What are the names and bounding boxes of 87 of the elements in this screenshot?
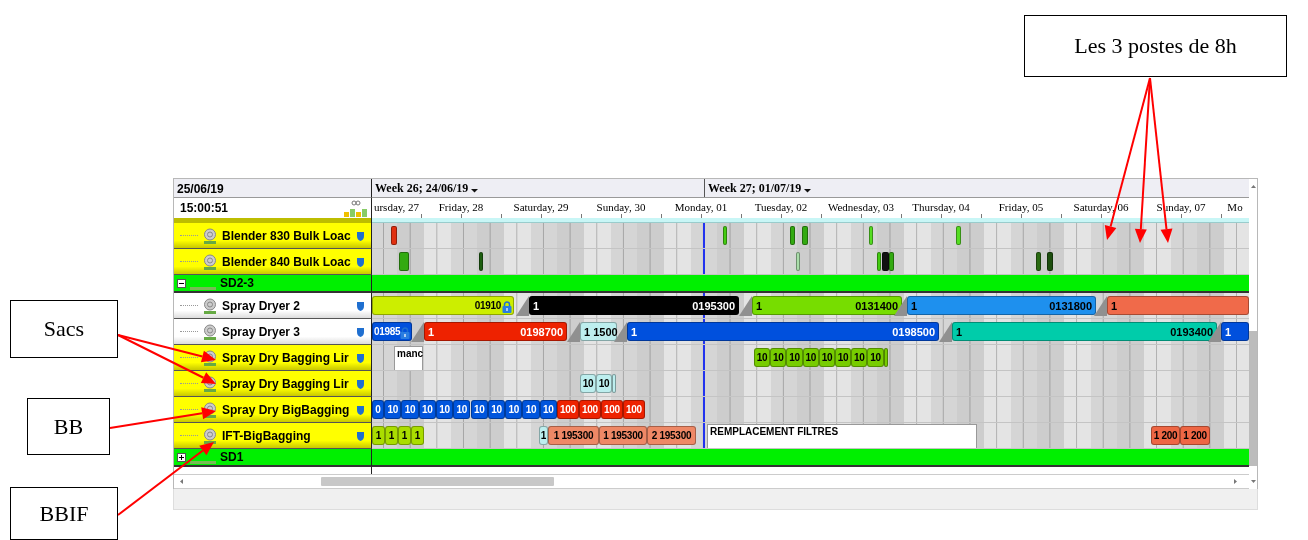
resource-name: Spray Dry BigBagging [222, 402, 351, 417]
day-label: Mo [1226, 200, 1244, 215]
task-chip[interactable]: 10 [580, 374, 596, 393]
task-chip[interactable]: 10 [539, 400, 557, 419]
task-chip[interactable]: 10 [384, 400, 402, 419]
task-chip[interactable]: 10 [835, 348, 852, 367]
task-chip[interactable]: 10 [596, 374, 612, 393]
task-chip[interactable]: 1 [398, 426, 411, 445]
group-name: SD2-3 [220, 276, 254, 290]
task-bar[interactable]: 1 1500 [580, 322, 617, 341]
task-chip[interactable]: 10 [487, 400, 506, 419]
task-chip[interactable]: 1 200 [1151, 426, 1180, 445]
task-note[interactable]: manc [394, 346, 423, 370]
task-bar[interactable]: 1 0131800 [907, 296, 1096, 315]
day-label: Saturday, 06 [1072, 200, 1130, 215]
resource-row[interactable]: IFT-BigBagging [174, 423, 372, 449]
resource-name: Spray Dry Bagging Lir [222, 350, 350, 365]
task-chip[interactable]: 1 [372, 426, 385, 445]
task-chip[interactable]: 10 [505, 400, 523, 419]
day-label: Monday, 01 [673, 200, 729, 215]
task-chip[interactable]: 100 [557, 400, 579, 419]
task-chip[interactable]: 10 [435, 400, 454, 419]
day-label: Friday, 05 [997, 200, 1045, 215]
group-row[interactable]: SD2-3 [174, 275, 372, 293]
task-chip[interactable]: 10 [818, 348, 835, 367]
task-bar[interactable]: 01910 [372, 296, 514, 315]
task-chip[interactable]: 10 [770, 348, 787, 367]
callout-box: Sacs [10, 300, 118, 358]
task-chip[interactable]: 100 [601, 400, 623, 419]
task-chip[interactable]: 10 [754, 348, 771, 367]
resource-row[interactable]: Spray Dry BigBagging [174, 397, 372, 423]
resource-name: Spray Dryer 2 [222, 298, 302, 313]
resource-row[interactable]: Spray Dryer 2 [174, 293, 372, 319]
task-chip[interactable]: 1 [385, 426, 398, 445]
resource-row[interactable]: Blender 840 Bulk Loac [174, 249, 372, 275]
resource-name: Blender 830 Bulk Loac [222, 228, 352, 243]
task-chip[interactable]: 1 [411, 426, 424, 445]
task-chip[interactable]: 100 [579, 400, 601, 419]
week-dropdown[interactable]: Week 26; 24/06/19 [372, 179, 704, 197]
resource-name: IFT-BigBagging [222, 428, 312, 443]
task-chip[interactable]: 10 [522, 400, 540, 419]
week-dropdown[interactable]: Week 27; 01/07/19 [705, 179, 1249, 197]
task-bar[interactable]: 1 0198500 [627, 322, 939, 341]
task-chip[interactable]: 10 [867, 348, 884, 367]
resource-name: Blender 840 Bulk Loac [222, 254, 352, 269]
task-bar[interactable]: 01985 [372, 322, 412, 341]
task-chip[interactable]: 10 [470, 400, 488, 419]
task-chip[interactable]: 10 [851, 348, 868, 367]
day-label: ursday, 27 [372, 200, 421, 215]
task-bar[interactable]: 1 0131400 [752, 296, 902, 315]
task-chip[interactable]: 1 200 [1180, 426, 1210, 445]
resource-row[interactable]: Spray Dryer 3 [174, 319, 372, 345]
day-label: Sunday, 30 [595, 200, 647, 215]
group-name: SD1 [220, 450, 244, 464]
time-label: 15:00:51 [179, 200, 230, 217]
task-chip[interactable]: 2 195300 [647, 426, 696, 445]
task-chip[interactable]: 10 [802, 348, 819, 367]
task-note[interactable]: REMPLACEMENT FILTRES [707, 424, 977, 448]
task-chip[interactable]: 10 [401, 400, 419, 419]
task-chip[interactable]: 0 [372, 400, 384, 419]
resource-name: Spray Dryer 3 [222, 324, 302, 339]
resource-row[interactable]: Spray Dry Bagging Lir [174, 371, 372, 397]
day-label: Thursday, 04 [911, 200, 971, 215]
day-label: Saturday, 29 [512, 200, 570, 215]
callout-box: BB [27, 398, 110, 455]
task-bar[interactable]: 1 0195300 [529, 296, 739, 315]
resource-name: Spray Dry Bagging Lir [222, 376, 350, 391]
task-bar[interactable]: 1 0193400 [952, 322, 1217, 341]
group-row[interactable]: SD1 [174, 449, 372, 467]
task-chip[interactable]: 10 [786, 348, 803, 367]
day-label: Tuesday, 02 [753, 200, 809, 215]
resource-row[interactable]: Spray Dry Bagging Lir [174, 345, 372, 371]
task-chip[interactable]: 10 [418, 400, 436, 419]
task-bar[interactable]: 1 0198700 [424, 322, 567, 341]
task-bar[interactable]: 1 [1107, 296, 1249, 315]
date-label: 25/06/19 [176, 181, 225, 198]
day-label: Friday, 28 [437, 200, 485, 215]
task-chip[interactable]: 1 195300 [599, 426, 647, 445]
callout-box: Les 3 postes de 8h [1024, 15, 1287, 77]
callout-box: BBIF [10, 487, 118, 540]
task-chip[interactable]: 10 [453, 400, 471, 419]
task-chip[interactable]: 100 [623, 400, 645, 419]
task-bar[interactable]: 1 [1221, 322, 1249, 341]
day-label: Wednesday, 03 [826, 200, 896, 215]
task-chip[interactable]: 1 195300 [548, 426, 599, 445]
resource-row[interactable]: Blender 830 Bulk Loac [174, 223, 372, 249]
task-chip[interactable]: 1 [539, 426, 548, 445]
